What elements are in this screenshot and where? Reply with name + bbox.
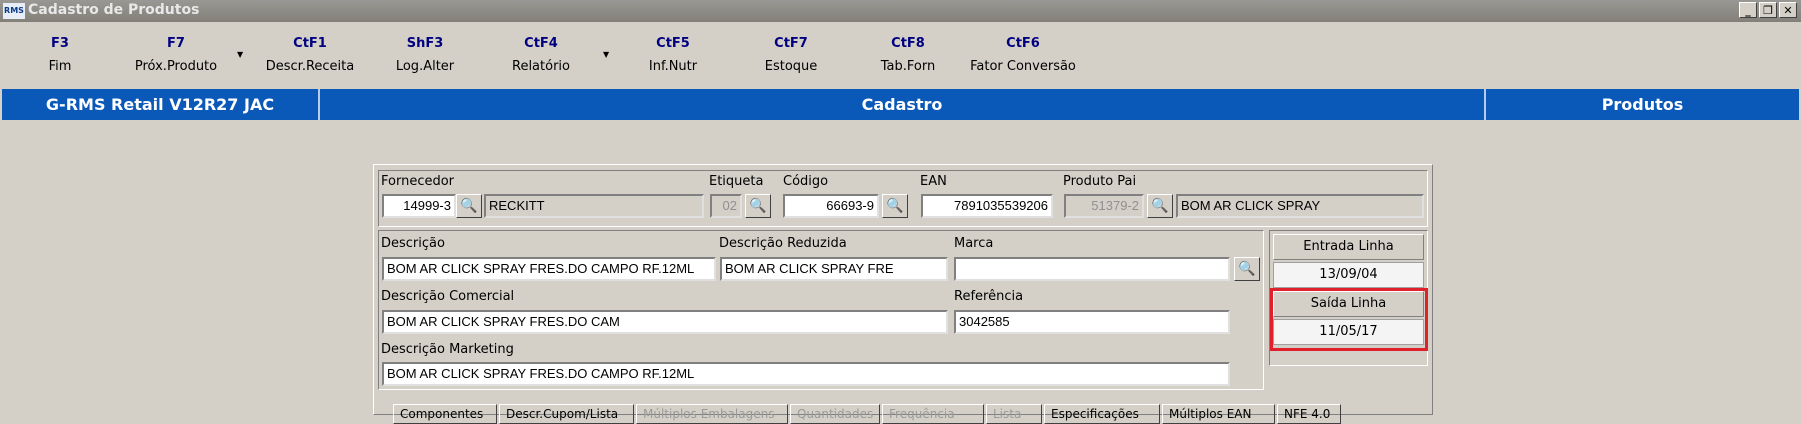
toolbar-label: Inf.Nutr — [648, 59, 698, 74]
toolbar-label: Fim — [48, 59, 72, 74]
toolbar-fator-conversao[interactable]: CtF6 Fator Conversão — [964, 36, 1082, 74]
toolbar-estoque[interactable]: CtF7 Estoque — [750, 36, 832, 74]
toolbar-fim[interactable]: F3 Fim — [40, 36, 80, 74]
tab-quantidades[interactable]: Quantidades — [790, 404, 880, 424]
etiqueta-field[interactable]: 02 — [710, 194, 742, 218]
window-title-bar: RMS Cadastro de Produtos _ ❐ ✕ — [0, 0, 1801, 22]
chevron-down-icon[interactable]: ▼ — [603, 50, 609, 59]
toolbar-relatorio[interactable]: CtF4 Relatório — [500, 36, 582, 74]
tab-descr-cupom-lista[interactable]: Descr.Cupom/Lista — [499, 404, 634, 424]
etiqueta-label: Etiqueta — [709, 174, 764, 189]
app-icon: RMS — [3, 3, 25, 19]
descricao-comercial-label: Descrição Comercial — [381, 289, 515, 304]
toolbar-label: Log.Alter — [395, 59, 455, 74]
descricao-reduzida-field[interactable]: BOM AR CLICK SPRAY FRE — [720, 257, 948, 281]
codigo-field[interactable]: 66693-9 — [783, 194, 879, 218]
tab-multiplos-ean[interactable]: Múltiplos EAN — [1162, 404, 1275, 424]
function-key-toolbar: F3 Fim F7 Próx.Produto ▼ CtF1 Descr.Rece… — [0, 30, 1801, 82]
descricao-marketing-field[interactable]: BOM AR CLICK SPRAY FRES.DO CAMPO RF.12ML — [382, 362, 1230, 386]
toolbar-tab-forn[interactable]: CtF8 Tab.Forn — [868, 36, 948, 74]
tab-componentes[interactable]: Componentes — [393, 404, 497, 424]
module-header-bar: G-RMS Retail V12R27 JAC Cadastro Produto… — [2, 89, 1799, 120]
toolbar-label: Descr.Receita — [265, 59, 355, 74]
descricao-marketing-label: Descrição Marketing — [381, 342, 514, 357]
toolbar-label: Tab.Forn — [880, 59, 936, 74]
module-name: Cadastro — [861, 95, 943, 114]
toolbar-label: Fator Conversão — [970, 59, 1076, 74]
referencia-field[interactable]: 3042585 — [954, 310, 1230, 334]
tab-nfe[interactable]: NFE 4.0 — [1277, 404, 1341, 424]
produto-pai-label: Produto Pai — [1063, 174, 1137, 189]
toolbar-key: CtF1 — [293, 36, 327, 51]
descricao-field[interactable]: BOM AR CLICK SPRAY FRES.DO CAMPO RF.12ML — [382, 257, 716, 281]
toolbar-key: CtF6 — [1006, 36, 1040, 51]
toolbar-label: Próx.Produto — [134, 59, 218, 74]
section-name: Produtos — [1601, 95, 1684, 114]
system-name: G-RMS Retail V12R27 JAC — [45, 95, 275, 114]
fornecedor-code-field[interactable]: 14999-3 — [382, 194, 456, 218]
toolbar-label: Estoque — [764, 59, 818, 74]
minimize-button[interactable]: _ — [1739, 2, 1757, 18]
toolbar-key: CtF4 — [524, 36, 558, 51]
toolbar-key: CtF8 — [891, 36, 925, 51]
descricao-label: Descrição — [381, 236, 445, 251]
descricao-reduzida-label: Descrição Reduzida — [719, 236, 847, 251]
toolbar-key: CtF5 — [656, 36, 690, 51]
ean-field[interactable]: 7891035539206 — [921, 194, 1053, 218]
toolbar-label: Relatório — [512, 59, 570, 74]
codigo-label: Código — [783, 174, 829, 189]
marca-field[interactable] — [954, 257, 1230, 281]
produto-pai-code-field[interactable]: 51379-2 — [1064, 194, 1144, 218]
saida-linha-highlight — [1270, 288, 1428, 351]
toolbar-log-alter[interactable]: ShF3 Log.Alter — [388, 36, 462, 74]
binoculars-icon[interactable]: 🔍 — [1234, 257, 1260, 281]
binoculars-icon[interactable]: 🔍 — [882, 194, 908, 218]
chevron-down-icon[interactable]: ▼ — [237, 50, 243, 59]
tab-especificacoes[interactable]: Especificações — [1044, 404, 1160, 424]
fornecedor-name-field: RECKITT — [484, 194, 704, 218]
marca-label: Marca — [954, 236, 994, 251]
tab-lista[interactable]: Lista — [986, 404, 1042, 424]
close-button[interactable]: ✕ — [1779, 2, 1797, 18]
referencia-label: Referência — [954, 289, 1024, 304]
ean-label: EAN — [920, 174, 947, 189]
tab-multiplos-embalagens[interactable]: Múltiplos Embalagens — [636, 404, 788, 424]
toolbar-key: F3 — [51, 36, 69, 51]
fornecedor-label: Fornecedor — [381, 174, 455, 189]
entrada-linha-value: 13/09/04 — [1273, 262, 1424, 288]
toolbar-key: F7 — [167, 36, 185, 51]
window-title: Cadastro de Produtos — [28, 2, 200, 18]
toolbar-inf-nutr[interactable]: CtF5 Inf.Nutr — [636, 36, 710, 74]
binoculars-icon[interactable]: 🔍 — [456, 194, 482, 218]
produto-pai-name-field: BOM AR CLICK SPRAY — [1176, 194, 1424, 218]
binoculars-icon[interactable]: 🔍 — [1147, 194, 1173, 218]
binoculars-icon[interactable]: 🔍 — [745, 194, 771, 218]
toolbar-prox-produto[interactable]: F7 Próx.Produto — [128, 36, 224, 74]
restore-button[interactable]: ❐ — [1759, 2, 1777, 18]
toolbar-descr-receita[interactable]: CtF1 Descr.Receita — [258, 36, 362, 74]
entrada-linha-label: Entrada Linha — [1273, 234, 1424, 260]
descricao-comercial-field[interactable]: BOM AR CLICK SPRAY FRES.DO CAM — [382, 310, 948, 334]
toolbar-key: CtF7 — [774, 36, 808, 51]
toolbar-key: ShF3 — [406, 36, 444, 51]
tab-frequencia[interactable]: Frequência — [882, 404, 984, 424]
